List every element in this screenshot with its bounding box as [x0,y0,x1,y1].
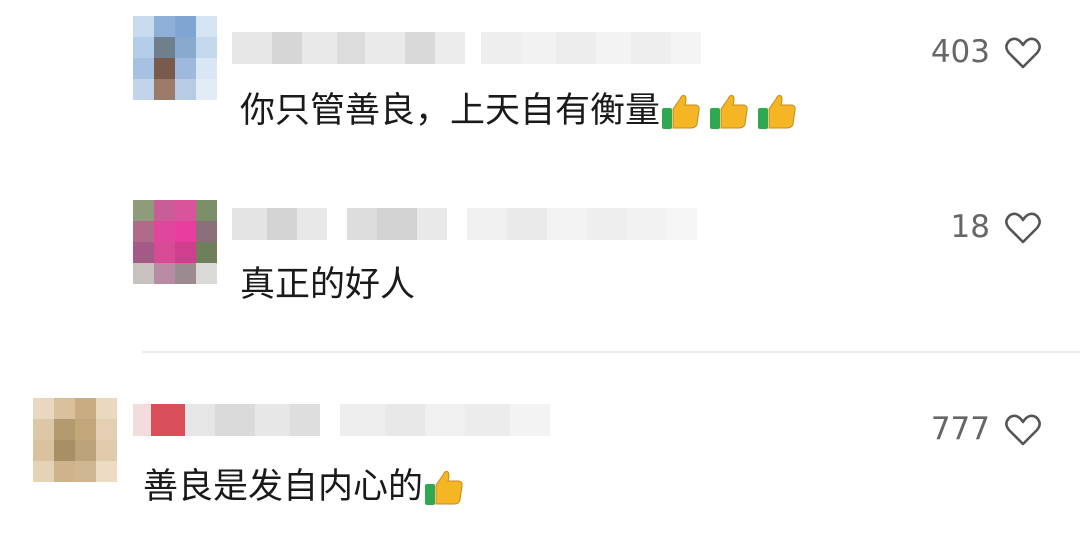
comment-text: 你只管善良，上天自有衡量 [240,89,798,133]
heart-outline-icon[interactable] [1004,413,1042,447]
comment-text: 善良是发自内心的 [143,465,465,509]
avatar[interactable] [133,16,217,100]
avatar[interactable] [133,200,217,284]
heart-outline-icon[interactable] [1004,36,1042,70]
comment-body: 善良是发自内心的 [143,467,424,507]
heart-outline-icon[interactable] [1004,211,1042,245]
thumbs-up-icon [662,94,700,129]
username-blurred[interactable] [232,208,697,240]
comment-body: 真正的好人 [240,265,416,305]
avatar[interactable] [33,398,117,482]
like-count: 777 [930,411,990,447]
divider [142,351,1080,353]
comment-body: 你只管善良，上天自有衡量 [240,91,661,131]
like-count: 403 [930,34,990,70]
comment-text: 真正的好人 [240,263,415,307]
thumbs-up-icon [758,94,796,129]
thumbs-up-icon [425,470,463,505]
username-blurred[interactable] [133,404,550,436]
comment-list: 你只管善良，上天自有衡量 403 真正的好人 18 善良是发自内心的 777 [0,0,1080,541]
username-blurred[interactable] [232,32,701,64]
like-count: 18 [950,209,990,245]
thumbs-up-icon [710,94,748,129]
